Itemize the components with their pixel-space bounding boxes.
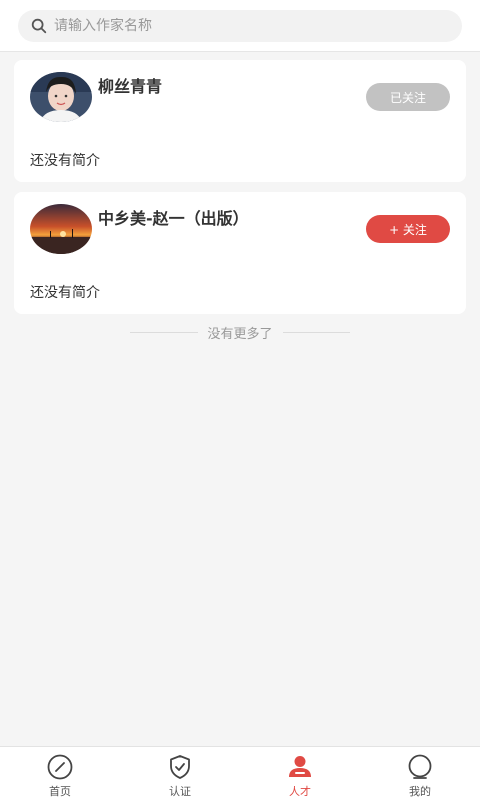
shield-check-icon [170,755,190,779]
search-box[interactable] [18,10,462,42]
followed-button[interactable]: 已关注 [366,83,450,111]
search-icon [31,18,47,34]
tab-label: 首页 [49,785,71,798]
follow-button[interactable]: + 关注 [366,215,450,243]
author-bio: 还没有简介 [30,153,100,169]
list-end-indicator: 没有更多了 [130,322,351,342]
bottom-tab-bar: 首页 认证 人才 我的 [0,746,480,800]
profile-circle-icon [408,754,432,779]
author-name[interactable]: 中乡美-赵一（出版） [98,205,249,229]
tab-home[interactable]: 首页 [0,747,120,800]
author-bio: 还没有简介 [30,285,100,301]
tab-label: 我的 [409,785,431,798]
person-icon [289,756,311,777]
tab-label: 人才 [289,785,311,798]
avatar[interactable] [30,72,92,122]
divider [282,331,351,333]
tab-talent[interactable]: 人才 [240,747,360,800]
search-input[interactable] [54,18,434,34]
divider [130,331,198,333]
tab-mine[interactable]: 我的 [360,747,480,800]
author-card[interactable]: 中乡美-赵一（出版） + 关注 还没有简介 [14,192,466,314]
author-card[interactable]: 柳丝青青 已关注 还没有简介 [14,60,466,182]
author-name[interactable]: 柳丝青青 [98,73,162,97]
top-bar [0,0,480,52]
compass-icon [47,754,73,780]
avatar[interactable] [30,204,92,254]
tab-label: 认证 [169,785,191,798]
list-end-text: 没有更多了 [207,326,273,342]
tab-certification[interactable]: 认证 [120,747,240,800]
